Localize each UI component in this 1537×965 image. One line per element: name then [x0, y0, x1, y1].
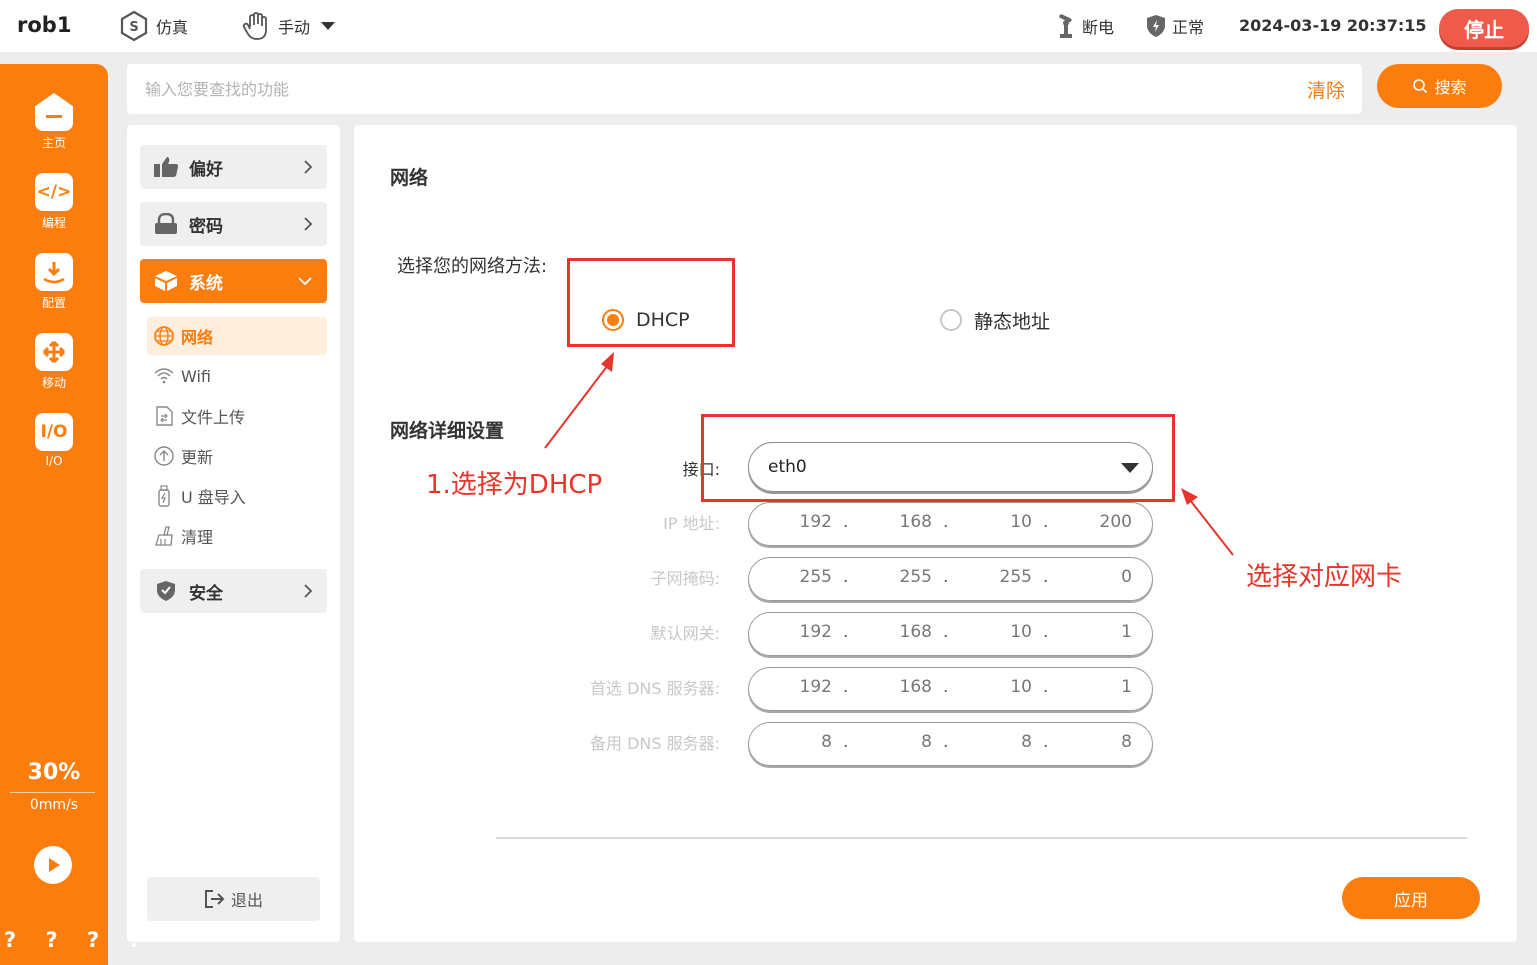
- arrow-to-dhcp: [544, 352, 614, 449]
- arrow-to-interface: [1181, 488, 1234, 556]
- annotation-arrows: [544, 352, 1234, 556]
